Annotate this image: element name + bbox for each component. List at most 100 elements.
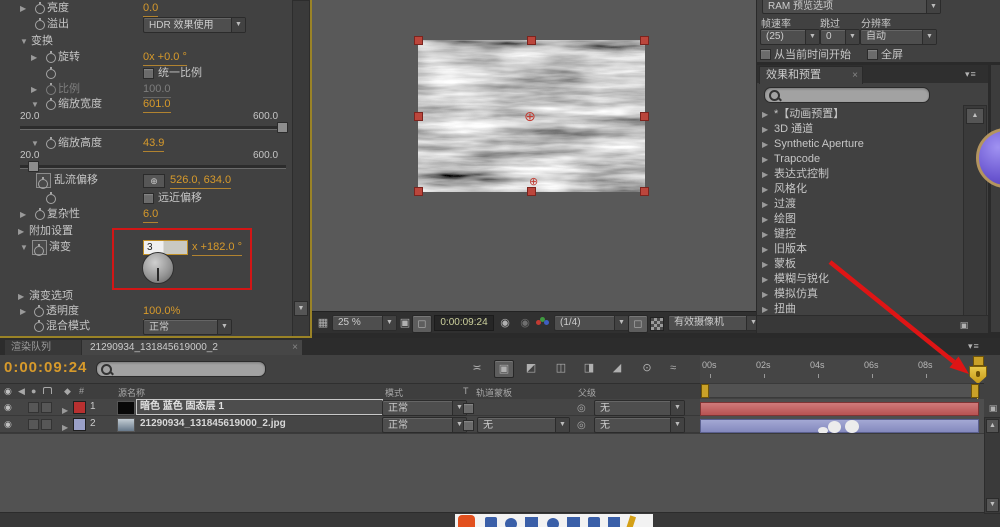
timeline-menu-icon[interactable] bbox=[968, 341, 980, 352]
live-update-icon[interactable]: ▣ bbox=[494, 360, 514, 378]
layer-bar-solid[interactable] bbox=[700, 402, 979, 416]
blend-mode-dropdown[interactable]: 正常 bbox=[143, 319, 232, 335]
perspective-offset-checkbox[interactable] bbox=[143, 193, 154, 204]
evolution-dial[interactable] bbox=[142, 252, 174, 284]
layer-anchor-icon[interactable]: ⊕ bbox=[529, 175, 538, 188]
stopwatch-icon[interactable] bbox=[35, 20, 45, 30]
collapse-icon[interactable] bbox=[31, 97, 39, 112]
parent-dropdown[interactable]: 无 bbox=[594, 400, 685, 416]
expand-icon[interactable] bbox=[762, 152, 768, 167]
expand-icon[interactable] bbox=[31, 82, 37, 97]
effects-category[interactable]: 旧版本 bbox=[774, 242, 807, 257]
uniform-scale-checkbox[interactable] bbox=[143, 68, 154, 79]
expand-icon[interactable] bbox=[20, 304, 26, 319]
draft-3d-icon[interactable]: ◩ bbox=[522, 360, 540, 376]
shy-layers-icon[interactable]: ≍ bbox=[468, 360, 486, 376]
brainstorm-icon[interactable]: ◢ bbox=[608, 360, 626, 376]
comp-button-icon[interactable]: ▣ bbox=[984, 400, 1000, 416]
expand-icon[interactable] bbox=[762, 197, 768, 212]
switch-cell[interactable] bbox=[28, 419, 39, 430]
crosshair-button[interactable]: ⊕ bbox=[143, 174, 165, 188]
collapse-icon[interactable] bbox=[20, 34, 28, 49]
track-matte-dropdown[interactable]: 无 bbox=[477, 417, 570, 433]
stopwatch-icon[interactable] bbox=[46, 100, 56, 110]
target-region-icon[interactable]: ◻ bbox=[628, 315, 648, 333]
expand-icon[interactable] bbox=[762, 137, 768, 152]
property-value[interactable]: x +182.0 ° bbox=[192, 240, 242, 256]
panel-edge-strip[interactable] bbox=[990, 65, 1000, 332]
stopwatch-icon[interactable] bbox=[34, 322, 44, 332]
property-value[interactable]: 43.9 bbox=[143, 136, 164, 152]
slider-thumb[interactable] bbox=[277, 122, 288, 133]
layer-row-2[interactable]: 2 21290934_131845619000_2.jpg 正常 无 ◎ 无 bbox=[0, 416, 700, 433]
layer-handle[interactable] bbox=[640, 112, 649, 121]
expand-icon[interactable] bbox=[762, 287, 768, 302]
panel-menu-icon[interactable] bbox=[965, 69, 977, 80]
layer-handle[interactable] bbox=[640, 36, 649, 45]
layer-handle[interactable] bbox=[414, 112, 423, 121]
effects-category[interactable]: 蒙板 bbox=[774, 257, 796, 272]
label-color-swatch[interactable] bbox=[73, 418, 86, 431]
collapse-icon[interactable] bbox=[20, 240, 28, 255]
layer-handle[interactable] bbox=[414, 36, 423, 45]
switch-cell[interactable] bbox=[41, 419, 52, 430]
expand-icon[interactable] bbox=[762, 302, 768, 315]
new-panel-icon[interactable]: ▣ bbox=[955, 317, 973, 333]
pickwhip-icon[interactable]: ◎ bbox=[577, 401, 586, 417]
expand-icon[interactable] bbox=[18, 289, 24, 304]
timeline-search-input[interactable] bbox=[96, 361, 266, 377]
frame-rate-dropdown[interactable]: (25) bbox=[760, 29, 820, 45]
skip-dropdown[interactable]: 0 bbox=[820, 29, 860, 45]
stopwatch-icon[interactable] bbox=[46, 194, 56, 204]
scroll-up-button[interactable] bbox=[986, 419, 999, 433]
expand-icon[interactable] bbox=[762, 122, 768, 137]
switch-cell[interactable] bbox=[41, 402, 52, 413]
mode-dropdown[interactable]: 正常 bbox=[382, 417, 467, 433]
effects-category[interactable]: 风格化 bbox=[774, 182, 807, 197]
scroll-down-button[interactable] bbox=[294, 301, 308, 316]
layer-handle[interactable] bbox=[414, 187, 423, 196]
slider-thumb[interactable] bbox=[28, 161, 39, 172]
effects-search-input[interactable] bbox=[764, 87, 930, 103]
auto-keyframe-icon[interactable]: ⊙ bbox=[638, 360, 656, 376]
work-area-end[interactable] bbox=[971, 384, 979, 398]
layer-name[interactable]: 21290934_131845619000_2.jpg bbox=[140, 416, 286, 432]
preserve-transparency-checkbox[interactable] bbox=[463, 403, 474, 414]
effects-category[interactable]: 表达式控制 bbox=[774, 167, 829, 182]
close-icon[interactable] bbox=[852, 67, 858, 84]
preview-resolution-dropdown[interactable]: 自动 bbox=[860, 29, 937, 45]
parent-dropdown[interactable]: 无 bbox=[594, 417, 685, 433]
tab-effects-presets[interactable]: 效果和预置 bbox=[759, 66, 863, 84]
effects-category[interactable]: 模拟仿真 bbox=[774, 287, 818, 302]
transparency-grid-icon[interactable] bbox=[650, 317, 664, 331]
stopwatch-icon[interactable] bbox=[46, 53, 56, 63]
property-value[interactable]: 0.0 bbox=[143, 1, 158, 17]
scroll-down-button[interactable] bbox=[986, 498, 999, 512]
layer-handle[interactable] bbox=[527, 187, 536, 196]
effects-category[interactable]: *【动画预置】 bbox=[774, 107, 844, 122]
anchor-point-icon[interactable]: ⊕ bbox=[524, 108, 536, 125]
layer-row-1[interactable]: 1 暗色 蓝色 固态层 1 正常 ◎ 无 bbox=[0, 399, 700, 416]
stopwatch-icon[interactable] bbox=[46, 139, 56, 149]
snapshot-camera-icon[interactable]: ◉ bbox=[496, 315, 514, 331]
effect-controls-scrollbar[interactable] bbox=[292, 0, 310, 338]
scale-width-slider[interactable] bbox=[20, 126, 286, 130]
stopwatch-icon[interactable] bbox=[46, 69, 56, 79]
comp-marker[interactable] bbox=[973, 356, 984, 366]
stopwatch-box-icon[interactable] bbox=[36, 173, 51, 188]
ram-preview-dropdown[interactable]: RAM 预览选项 bbox=[762, 0, 941, 14]
motion-blur-icon[interactable]: ◨ bbox=[580, 360, 598, 376]
stopwatch-box-icon[interactable] bbox=[32, 240, 47, 255]
tab-render-queue[interactable]: 渲染队列 bbox=[5, 340, 81, 355]
effects-category[interactable]: 键控 bbox=[774, 227, 796, 242]
property-value[interactable]: 6.0 bbox=[143, 207, 158, 223]
preserve-transparency-checkbox[interactable] bbox=[463, 420, 474, 431]
viewer-timecode[interactable]: 0:00:09:24 bbox=[434, 315, 494, 331]
effects-category[interactable]: 过渡 bbox=[774, 197, 796, 212]
from-current-time-checkbox[interactable] bbox=[760, 49, 771, 60]
overflow-dropdown[interactable]: HDR 效果使用 bbox=[143, 17, 246, 33]
current-timecode[interactable]: 0:00:09:24 bbox=[4, 359, 87, 376]
expand-icon[interactable] bbox=[762, 257, 768, 272]
timeline-scrollbar[interactable] bbox=[984, 417, 1000, 514]
expand-icon[interactable] bbox=[762, 242, 768, 257]
